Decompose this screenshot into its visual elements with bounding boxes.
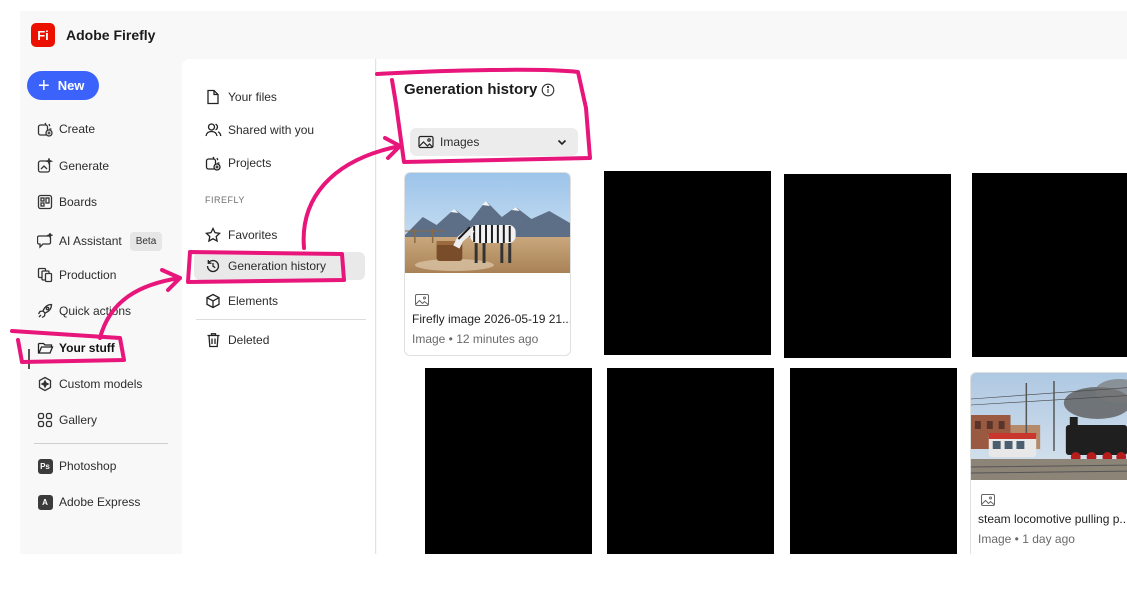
star-icon — [204, 226, 222, 244]
nav-label: Elements — [228, 294, 279, 308]
firefly-logo[interactable]: Fi — [31, 23, 55, 47]
card-title: steam locomotive pulling p... — [978, 512, 1127, 526]
locomotive-thumbnail — [971, 373, 1127, 480]
panel-divider — [196, 319, 366, 320]
rail-item-label: AI Assistant — [59, 234, 122, 248]
rail-item-label: Quick actions — [59, 304, 132, 318]
generate-icon — [36, 157, 54, 175]
app-header: Fi Adobe Firefly — [20, 11, 1127, 59]
rail-divider — [34, 443, 168, 444]
history-card-hidden[interactable] — [784, 174, 951, 358]
projects-icon — [204, 154, 222, 172]
active-indicator — [28, 349, 30, 369]
file-icon — [204, 88, 222, 106]
rail-item-photoshop[interactable]: Ps Photoshop — [36, 454, 116, 478]
rail-item-your-stuff[interactable]: Your stuff — [36, 336, 115, 360]
history-card[interactable]: steam locomotive pulling p... Image • 1 … — [970, 372, 1127, 554]
nav-generation-history[interactable]: Generation history — [194, 252, 365, 280]
create-icon — [36, 120, 54, 138]
history-card[interactable]: Firefly image 2026-05-19 21... Image • 1… — [404, 172, 571, 356]
rail-item-adobe-express[interactable]: A Adobe Express — [36, 490, 140, 514]
rail-item-label: Gallery — [59, 413, 98, 427]
rail-item-label: Boards — [59, 195, 98, 209]
info-icon[interactable] — [541, 83, 555, 97]
rail-item-label: Adobe Express — [59, 495, 141, 509]
files-panel: Your files Shared with you Projects FIRE… — [182, 59, 376, 554]
folder-icon — [36, 339, 54, 357]
nav-projects[interactable]: Projects — [204, 151, 271, 175]
rail-item-label: Custom models — [59, 377, 143, 391]
dropdown-value: Images — [440, 135, 480, 149]
history-card-hidden[interactable] — [425, 368, 592, 554]
history-card-hidden[interactable] — [604, 171, 771, 355]
history-card-hidden[interactable] — [607, 368, 774, 554]
nav-label: Projects — [228, 156, 272, 170]
card-meta: Image • 1 day ago — [978, 532, 1075, 546]
main-content: Generation history Images Firefly image … — [377, 59, 1127, 554]
new-button-label: New — [57, 78, 85, 93]
chevron-down-icon — [557, 139, 567, 146]
rail-item-label: Your stuff — [59, 341, 115, 355]
card-title: Firefly image 2026-05-19 21... — [412, 312, 571, 326]
image-type-icon — [981, 494, 995, 506]
boards-icon — [36, 193, 54, 211]
nav-label: Generation history — [228, 259, 327, 273]
rail-item-label: Create — [59, 122, 96, 136]
new-button[interactable]: + New — [27, 71, 99, 100]
plus-icon: + — [38, 74, 50, 97]
rail-item-ai-assistant[interactable]: AI Assistant Beta — [36, 229, 163, 253]
nav-favorites[interactable]: Favorites — [204, 223, 277, 247]
ai-assistant-icon — [36, 232, 54, 250]
nav-deleted[interactable]: Deleted — [204, 328, 269, 352]
history-card-hidden[interactable] — [790, 368, 957, 554]
photoshop-app-icon: Ps — [37, 458, 53, 474]
nav-label: Shared with you — [228, 123, 315, 137]
gallery-icon — [36, 411, 54, 429]
beta-badge: Beta — [129, 231, 163, 251]
rail-item-generate[interactable]: Generate — [36, 154, 109, 178]
production-icon — [36, 266, 54, 284]
rocket-icon — [36, 302, 54, 320]
image-icon — [418, 135, 434, 149]
firefly-app: Fi Adobe Firefly + New Create Generate B… — [20, 11, 1127, 554]
nav-shared-with-you[interactable]: Shared with you — [204, 118, 314, 142]
shared-users-icon — [204, 121, 222, 139]
app-title[interactable]: Adobe Firefly — [66, 27, 155, 43]
image-type-icon — [415, 294, 429, 306]
nav-label: Your files — [228, 90, 277, 104]
rail-item-boards[interactable]: Boards — [36, 190, 97, 214]
rail-item-gallery[interactable]: Gallery — [36, 408, 97, 432]
media-type-dropdown[interactable]: Images — [410, 128, 578, 156]
nav-elements[interactable]: Elements — [204, 289, 278, 313]
zebra-thumbnail — [405, 173, 570, 273]
rail-item-create[interactable]: Create — [36, 117, 95, 141]
custom-models-icon — [36, 375, 54, 393]
nav-label: Favorites — [228, 228, 278, 242]
trash-icon — [204, 331, 222, 349]
rail-item-production[interactable]: Production — [36, 263, 116, 287]
cube-icon — [204, 292, 222, 310]
history-icon — [204, 257, 222, 275]
page-title: Generation history — [404, 81, 538, 98]
left-rail: + New Create Generate Boards AI Assistan… — [20, 59, 182, 554]
nav-label: Deleted — [228, 333, 270, 347]
card-meta: Image • 12 minutes ago — [412, 332, 539, 346]
rail-item-label: Generate — [59, 159, 110, 173]
rail-item-label: Production — [59, 268, 117, 282]
rail-item-quick-actions[interactable]: Quick actions — [36, 299, 131, 323]
rail-item-label: Photoshop — [59, 459, 117, 473]
adobe-express-app-icon: A — [37, 494, 53, 510]
nav-your-files[interactable]: Your files — [204, 85, 277, 109]
firefly-section-label: FIREFLY — [205, 195, 245, 205]
rail-item-custom-models[interactable]: Custom models — [36, 372, 142, 396]
history-card-hidden[interactable] — [972, 173, 1127, 357]
